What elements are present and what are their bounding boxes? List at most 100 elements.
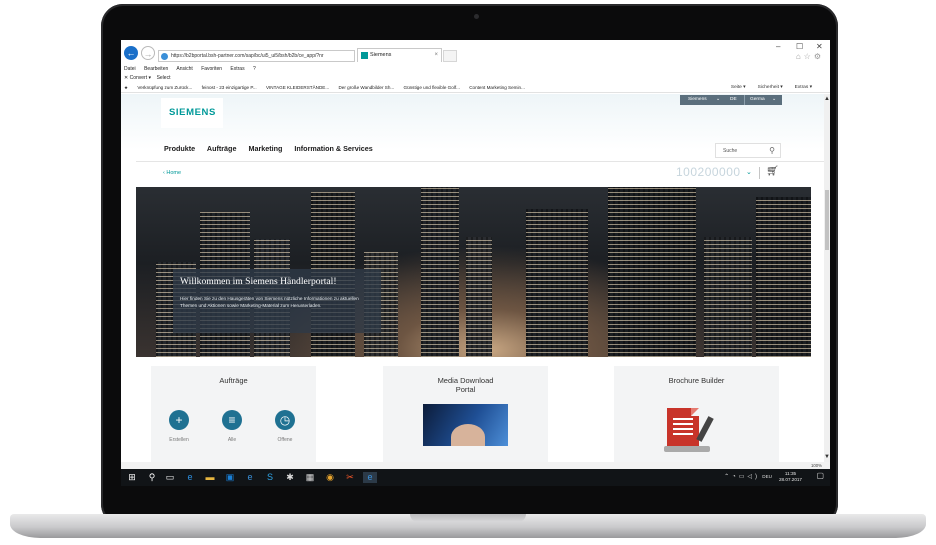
new-tab-button[interactable] [443, 50, 457, 62]
all-orders-label[interactable]: Alle [212, 437, 252, 443]
menu-item-tools[interactable]: Extras [230, 66, 244, 72]
hero-caption: Willkommen im Siemens Händlerportal! Hie… [173, 269, 381, 333]
nav-item-marketing[interactable]: Marketing [248, 144, 282, 153]
favorite-link[interactable]: feinost - 23 einzigartige P... [202, 85, 257, 90]
favorite-link[interactable]: Der große Wandbilder Sh... [338, 85, 394, 90]
open-orders-label[interactable]: Offene [265, 437, 305, 443]
favorite-link[interactable]: VINTAGE KLEIDERSTÄNDE... [266, 85, 329, 90]
maximize-button[interactable]: ☐ [796, 42, 803, 51]
divider [136, 161, 824, 162]
hero-banner: Willkommen im Siemens Händlerportal! Hie… [136, 187, 811, 357]
tile-title: Aufträge [219, 376, 248, 385]
chrome-icon[interactable]: ◉ [323, 472, 337, 483]
favorites-bar: ★ Verknüpfung zum Zurück... feinost - 23… [121, 83, 830, 93]
zoom-level[interactable]: 100% [811, 462, 822, 469]
edge-icon[interactable]: e [183, 472, 197, 483]
address-bar[interactable]: https://b2bportal.bsh-partner.com/sap/bc… [158, 50, 355, 62]
input-language[interactable]: DEU [762, 474, 772, 479]
create-order-label[interactable]: Erstellen [159, 437, 199, 443]
siemens-favicon-icon [361, 52, 368, 59]
close-button[interactable]: ✕ [816, 42, 823, 51]
menu-item-edit[interactable]: Bearbeiten [144, 66, 168, 72]
menu-item-help[interactable]: ? [253, 66, 256, 72]
tile-orders[interactable]: Aufträge + ≡ ◷ Erstellen Alle Offene [151, 366, 316, 462]
scrollbar-thumb[interactable] [825, 190, 829, 250]
search-input[interactable]: Suche ⚲ [715, 143, 781, 158]
favorites-star-icon[interactable]: ★ [124, 85, 128, 90]
menu-bar: Datei Bearbeiten Ansicht Favoriten Extra… [121, 65, 830, 74]
file-explorer-icon[interactable]: ▬ [203, 472, 217, 483]
menu-item-view[interactable]: Ansicht [176, 66, 192, 72]
hero-text: Hier finden Sie zu den Hausgeräten von S… [180, 296, 359, 308]
plus-icon[interactable]: + [169, 410, 189, 430]
nav-item-information-services[interactable]: Information & Services [294, 144, 372, 153]
forward-button[interactable]: → [141, 46, 155, 60]
search-icon[interactable]: ⚲ [145, 472, 159, 483]
search-placeholder: Suche [723, 148, 738, 154]
camera [474, 14, 479, 19]
minimize-button[interactable]: – [776, 42, 780, 51]
chevron-down-icon[interactable]: ⌄ [746, 168, 752, 176]
scroll-up-icon[interactable]: ▲ [824, 96, 830, 102]
security-menu[interactable]: Sicherheit ▾ [758, 85, 783, 90]
cart-icon[interactable]: 🛒︎ [766, 166, 779, 177]
scroll-down-icon[interactable]: ▼ [824, 454, 830, 460]
outlook-icon[interactable]: ▣ [223, 472, 237, 483]
settings-icon[interactable]: ✱ [283, 472, 297, 483]
account-number[interactable]: 100200000 [676, 165, 741, 179]
back-button[interactable]: ← [124, 46, 138, 60]
tile-media-download[interactable]: Media Download Portal [383, 366, 548, 462]
skype-icon[interactable]: S [263, 472, 277, 483]
select-button[interactable]: Select [157, 75, 171, 81]
brand-select[interactable]: Siemens [688, 95, 707, 105]
laptop-notch [410, 514, 526, 522]
browser-titlebar: ← → https://b2bportal.bsh-partner.com/sa… [121, 40, 830, 65]
favorite-link[interactable]: Günstige und flexible Golf... [404, 85, 460, 90]
tile-title: Media Download Portal [437, 376, 494, 394]
divider [759, 167, 760, 179]
web-page: SIEMENS Siemens ⌄ DE Germa ⌄ Produkte Au… [121, 94, 824, 462]
tab-label: Siemens [370, 52, 392, 58]
language-select[interactable]: DE [730, 95, 737, 105]
tab-siemens[interactable]: Siemens × [357, 48, 442, 62]
document-icon [667, 408, 699, 446]
active-ie-icon[interactable]: e [363, 472, 377, 483]
breadcrumb[interactable]: ‹ Home [163, 170, 181, 176]
nav-item-orders[interactable]: Aufträge [207, 144, 237, 153]
menu-item-file[interactable]: Datei [124, 66, 136, 72]
search-icon[interactable]: ⚲ [769, 144, 775, 158]
task-view-icon[interactable]: ▭ [163, 472, 177, 483]
main-nav: Produkte Aufträge Marketing Information … [164, 144, 383, 153]
calculator-icon[interactable]: ▦ [303, 472, 317, 483]
favorite-link[interactable]: Verknüpfung zum Zurück... [137, 85, 192, 90]
list-icon[interactable]: ≡ [222, 410, 242, 430]
siemens-logo[interactable]: SIEMENS [169, 107, 216, 118]
windows-start-icon[interactable]: ⊞ [125, 472, 139, 483]
tab-close-button[interactable]: × [434, 49, 438, 62]
windows-taskbar: ⊞ ⚲ ▭ e ▬ ▣ e S ✱ ▦ ◉ ✂ e ⌃◔▭◁) DEU 11:3… [121, 469, 830, 486]
country-select[interactable]: Germa [750, 95, 765, 105]
divider [744, 95, 745, 105]
progress-bar [664, 446, 710, 452]
notifications-icon[interactable]: ▢ [816, 471, 824, 480]
chevron-down-icon: ⌄ [716, 97, 721, 102]
status-bar: 100% [121, 462, 830, 469]
tile-brochure-builder[interactable]: Brochure Builder [614, 366, 779, 462]
brand-language-bar: Siemens ⌄ DE Germa ⌄ [680, 95, 782, 105]
home-favorites-settings-icon[interactable]: ⌂☆⚙ [796, 52, 824, 61]
screen: ← → https://b2bportal.bsh-partner.com/sa… [121, 40, 830, 486]
snipping-tool-icon[interactable]: ✂ [343, 472, 357, 483]
system-tray-icons[interactable]: ⌃◔▭◁) [724, 473, 760, 480]
clock-icon[interactable]: ◷ [275, 410, 295, 430]
favorite-link[interactable]: Content Marketing Semin... [469, 85, 525, 90]
nav-item-products[interactable]: Produkte [164, 144, 195, 153]
internet-explorer-icon[interactable]: e [243, 472, 257, 483]
clock[interactable]: 11:35 28.07.2017 [779, 471, 802, 483]
scrollbar[interactable]: ▲ ▼ [824, 94, 830, 462]
convert-button[interactable]: Convert ▾ [130, 75, 151, 81]
tools-menu[interactable]: Extras ▾ [795, 85, 812, 90]
address-url: https://b2bportal.bsh-partner.com/sap/bc… [171, 53, 324, 59]
menu-item-favorites[interactable]: Favoriten [201, 66, 222, 72]
page-menu[interactable]: Seite ▾ [731, 85, 746, 90]
command-toolbar-right: Seite ▾ Sicherheit ▾ Extras ▾ [731, 83, 820, 92]
